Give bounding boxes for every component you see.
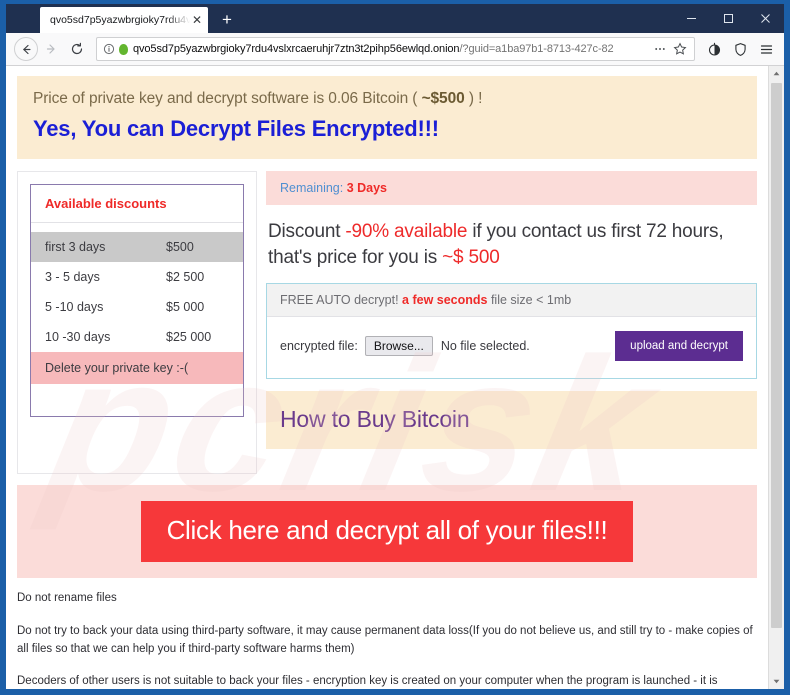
price-prefix-text: Price of private key and decrypt softwar… — [33, 90, 422, 107]
tab-title: qvo5sd7p5yazwbrgioky7rdu4vslxrc — [50, 14, 190, 26]
free-decrypt-duration: a few seconds — [402, 293, 488, 308]
note-item: Decoders of other users is not suitable … — [17, 675, 718, 688]
upload-and-decrypt-button[interactable]: upload and decrypt — [615, 331, 743, 362]
url-bar-actions — [650, 39, 690, 59]
app-menu-icon[interactable] — [753, 36, 779, 62]
price-amount-text: ~$500 — [421, 90, 465, 107]
new-tab-button[interactable]: + — [222, 11, 232, 28]
url-host: qvo5sd7p5yazwbrgioky7rdu4vslxrcaeruhjr7z… — [133, 43, 460, 55]
page-content: Price of private key and decrypt softwar… — [6, 76, 768, 689]
browse-button[interactable]: Browse... — [364, 336, 433, 357]
discount-text-part2: if you contact us first 72 hours, — [467, 221, 724, 242]
back-button-icon[interactable] — [14, 37, 38, 61]
remaining-value: 3 Days — [346, 181, 388, 195]
offer-panel: Remaining: 3 Days Discount -90% availabl… — [266, 171, 757, 450]
reload-button-icon[interactable] — [64, 36, 90, 62]
navigation-toolbar: qvo5sd7p5yazwbrgioky7rdu4vslxrcaeruhjr7z… — [6, 33, 784, 66]
remaining-banner: Remaining: 3 Days — [266, 171, 757, 205]
discount-price: $2 500 — [166, 270, 205, 284]
discount-period: 3 - 5 days — [45, 270, 100, 284]
discounts-card: Available discounts first 3 days $500 3 … — [30, 184, 244, 417]
price-banner: Price of private key and decrypt softwar… — [17, 76, 757, 159]
remaining-label: Remaining: — [280, 181, 347, 195]
scrollbar-thumb[interactable] — [771, 83, 782, 628]
discount-price: $25 000 — [166, 330, 212, 344]
scroll-up-arrow-icon[interactable] — [769, 66, 784, 81]
price-line: Price of private key and decrypt softwar… — [33, 90, 741, 108]
decrypt-all-files-button[interactable]: Click here and decrypt all of your files… — [140, 501, 634, 562]
discounts-card-spacer — [31, 390, 243, 416]
window-controls — [673, 4, 784, 33]
discounts-table: first 3 days $500 3 - 5 days $2 500 5 -1… — [31, 232, 243, 384]
encrypted-file-label: encrypted file: — [280, 339, 358, 354]
table-row: 10 -30 days $25 000 — [31, 322, 243, 352]
cta-section: Click here and decrypt all of your files… — [17, 485, 757, 578]
url-bar[interactable]: qvo5sd7p5yazwbrgioky7rdu4vslxrcaeruhjr7z… — [96, 37, 695, 61]
scroll-down-arrow-icon[interactable] — [769, 674, 784, 689]
discount-period: first 3 days — [31, 232, 167, 262]
delete-key-notice: Delete your private key :-( — [31, 352, 243, 384]
free-decrypt-box: FREE AUTO decrypt! a few seconds file si… — [266, 283, 757, 380]
onion-service-icon — [119, 43, 128, 55]
tracking-protection-shield-icon[interactable] — [727, 36, 753, 62]
free-decrypt-prefix: FREE AUTO decrypt! — [280, 293, 403, 308]
table-row: first 3 days $500 — [31, 232, 243, 262]
discount-text-part3: that's price for you is — [268, 246, 443, 268]
how-to-buy-bitcoin-link[interactable]: How to Buy Bitcoin — [266, 391, 757, 450]
browser-window: qvo5sd7p5yazwbrgioky7rdu4vslxrc ✕ + — [0, 0, 790, 695]
discount-period: 10 -30 days — [45, 330, 111, 344]
url-path: /?guid=a1ba97b1-8713-427c-82 — [459, 43, 614, 55]
upload-form: encrypted file: Browse... No file select… — [267, 317, 756, 378]
free-decrypt-size: file size < 1mb — [487, 293, 572, 308]
table-row: 5 -10 days $5 000 — [31, 292, 243, 322]
warning-notes: Do not rename files Do not try to back y… — [6, 578, 768, 689]
page-actions-icon[interactable] — [650, 39, 670, 59]
page-viewport: pcrisk Price of private key and decrypt … — [6, 66, 784, 689]
close-window-icon[interactable] — [747, 4, 784, 33]
table-row: 3 - 5 days $2 500 — [31, 262, 243, 292]
url-text: qvo5sd7p5yazwbrgioky7rdu4vslxrcaeruhjr7z… — [133, 43, 650, 55]
browser-tab[interactable]: qvo5sd7p5yazwbrgioky7rdu4vslxrc ✕ — [40, 7, 208, 33]
main-columns: Available discounts first 3 days $500 3 … — [17, 171, 757, 474]
scrollbar-track[interactable] — [769, 81, 784, 674]
discount-price: $5 000 — [166, 300, 205, 314]
discount-percent: -90% available — [345, 221, 468, 242]
site-info-icon[interactable] — [101, 42, 116, 57]
vertical-scrollbar[interactable] — [768, 66, 784, 689]
note-item: Do not rename files — [17, 592, 117, 604]
forward-button-icon[interactable] — [38, 36, 64, 62]
discount-offer-text: Discount -90% available if you contact u… — [266, 205, 757, 270]
table-row-delete-key: Delete your private key :-( — [31, 352, 243, 384]
close-tab-icon[interactable]: ✕ — [192, 14, 202, 26]
banner-headline: Yes, You can Decrypt Files Encrypted!!! — [33, 116, 439, 141]
discount-text-part1: Discount — [268, 221, 346, 242]
reader-view-icon[interactable] — [701, 36, 727, 62]
discount-period: 5 -10 days — [45, 300, 104, 314]
bookmark-star-icon[interactable] — [670, 39, 690, 59]
discounts-panel: Available discounts first 3 days $500 3 … — [17, 171, 257, 474]
discount-price: $500 — [166, 232, 243, 262]
note-item: Do not try to back your data using third… — [17, 624, 753, 655]
maximize-window-icon[interactable] — [710, 4, 747, 33]
ransom-note-page: pcrisk Price of private key and decrypt … — [6, 66, 768, 689]
minimize-window-icon[interactable] — [673, 4, 710, 33]
selected-file-name: No file selected. — [440, 339, 530, 354]
price-suffix-text: ) ! — [464, 90, 483, 107]
discount-final-price: ~$ 500 — [442, 246, 500, 268]
tab-strip: qvo5sd7p5yazwbrgioky7rdu4vslxrc ✕ + — [6, 4, 784, 33]
discounts-title: Available discounts — [31, 185, 243, 223]
free-decrypt-header: FREE AUTO decrypt! a few seconds file si… — [267, 284, 756, 318]
